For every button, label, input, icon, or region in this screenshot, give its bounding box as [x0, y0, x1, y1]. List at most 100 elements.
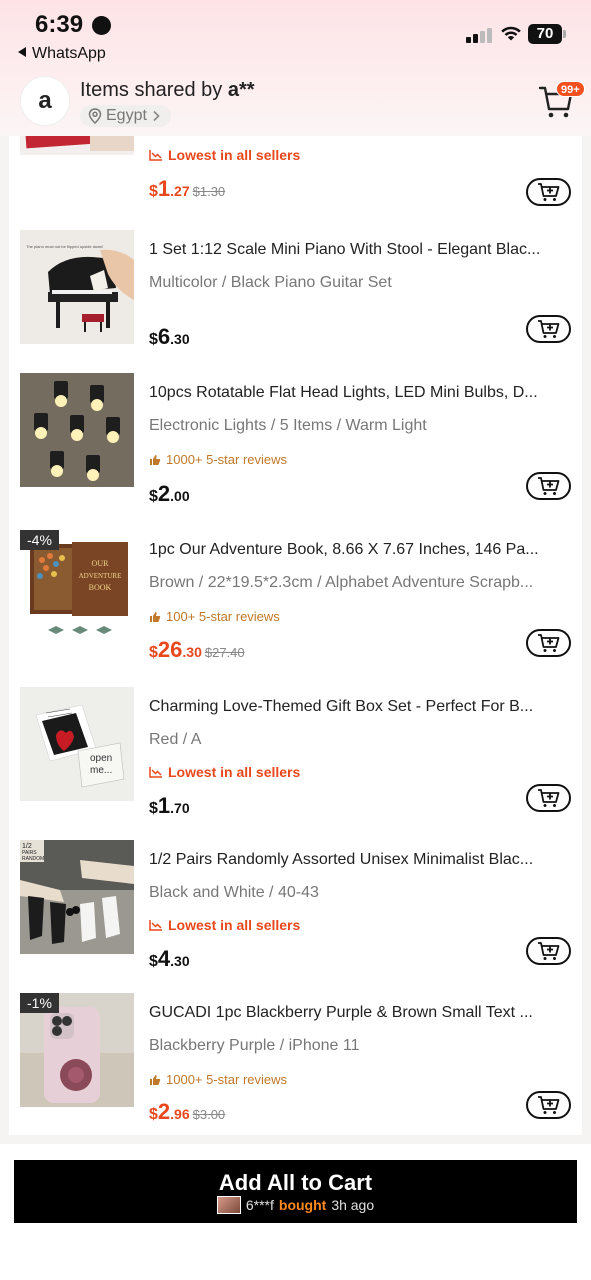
list-item[interactable]: Lowest in all sellers $1.27 $1.30: [9, 136, 582, 206]
badge-text: 1000+ 5-star reviews: [166, 1072, 288, 1087]
product-photo-socks: 1/2 PAIRS RANDOM: [20, 840, 134, 954]
buyer-name: 6***f: [245, 1197, 274, 1213]
list-item[interactable]: 10pcs Rotatable Flat Head Lights, LED Mi…: [9, 372, 582, 525]
badge-text: 1000+ 5-star reviews: [166, 452, 288, 467]
product-title[interactable]: 10pcs Rotatable Flat Head Lights, LED Mi…: [149, 384, 574, 402]
product-image[interactable]: OUR ADVENTURE BOOK -4%: [20, 530, 134, 644]
product-variant[interactable]: Multicolor / Black Piano Guitar Set: [149, 274, 574, 292]
product-variant[interactable]: Red / A: [149, 731, 574, 749]
recent-purchase-note: 6***f bought 3h ago: [14, 1196, 577, 1214]
review-badge: 1000+ 5-star reviews: [149, 1072, 287, 1087]
product-image[interactable]: 1/2 PAIRS RANDOM: [20, 840, 134, 954]
share-title-prefix: Items shared by: [80, 79, 228, 101]
product-title[interactable]: GUCADI 1pc Blackberry Purple & Brown Sma…: [149, 1004, 574, 1022]
review-badge: 100+ 5-star reviews: [149, 609, 280, 624]
product-price: $1.70: [149, 793, 190, 818]
badge-text: Lowest in all sellers: [168, 147, 301, 163]
trend-down-icon: [149, 920, 162, 931]
thumbs-up-icon: [150, 611, 161, 622]
gift-card-line1: open: [90, 753, 112, 764]
product-photo-lights: [20, 373, 134, 487]
cart-count-badge: 99+: [556, 81, 585, 97]
original-price: $27.40: [204, 645, 245, 660]
product-price: $4.30: [149, 946, 190, 971]
product-price: $26.30 $27.40: [149, 637, 245, 662]
thumbs-up-icon: [150, 1074, 161, 1085]
add-to-cart-button[interactable]: [526, 315, 571, 343]
list-item[interactable]: 1/2 PAIRS RANDOM 1/2 Pairs Randomly Asso…: [9, 839, 582, 992]
cart-plus-icon: [537, 789, 559, 807]
piano-note-text: The piano must not be flipped upside dow…: [26, 244, 103, 249]
badge-text: Lowest in all sellers: [168, 917, 301, 933]
product-price: $1.27 $1.30: [149, 176, 226, 201]
book-cover-line1: OUR: [92, 559, 110, 568]
product-photo-gift-box: open me...: [20, 687, 134, 801]
share-title: Items shared by a**: [80, 79, 255, 102]
list-item[interactable]: The piano must not be flipped upside dow…: [9, 229, 582, 382]
thumbs-up-icon: [150, 454, 161, 465]
list-item[interactable]: -1% GUCADI 1pc Blackberry Purple & Brown…: [9, 992, 582, 1135]
cart-plus-icon: [537, 1096, 559, 1114]
product-image[interactable]: The piano must not be flipped upside dow…: [20, 230, 134, 344]
back-app-label: WhatsApp: [32, 45, 106, 62]
back-arrow-icon: [18, 47, 26, 57]
product-title[interactable]: 1pc Our Adventure Book, 8.66 X 7.67 Inch…: [149, 541, 574, 559]
lowest-price-badge: Lowest in all sellers: [149, 764, 300, 780]
battery-indicator: 70: [528, 24, 562, 44]
product-variant[interactable]: Blackberry Purple / iPhone 11: [149, 1037, 574, 1055]
status-time: 6:39: [35, 11, 84, 38]
add-all-to-cart-button[interactable]: Add All to Cart 6***f bought 3h ago: [14, 1160, 577, 1223]
location-pin-icon: [88, 108, 102, 124]
add-to-cart-button[interactable]: [526, 629, 571, 657]
chevron-right-icon: [153, 110, 160, 122]
cart-plus-icon: [537, 183, 559, 201]
product-image[interactable]: [20, 136, 134, 155]
status-bar: 6:39 WhatsApp 70: [0, 0, 591, 70]
product-title[interactable]: 1/2 Pairs Randomly Assorted Unisex Minim…: [149, 851, 574, 869]
socks-tag-line1: 1/2: [22, 843, 32, 850]
add-to-cart-button[interactable]: [526, 472, 571, 500]
review-badge: 1000+ 5-star reviews: [149, 452, 287, 467]
add-to-cart-button[interactable]: [526, 178, 571, 206]
cellular-signal-icon: [466, 27, 492, 43]
list-item[interactable]: open me... Charming Love-Themed Gift Box…: [9, 686, 582, 839]
product-image[interactable]: [20, 373, 134, 487]
lowest-price-badge: Lowest in all sellers: [149, 917, 300, 933]
gift-card-line2: me...: [90, 765, 112, 776]
add-to-cart-button[interactable]: [526, 784, 571, 812]
buyer-avatar: [216, 1196, 241, 1214]
add-to-cart-button[interactable]: [526, 1091, 571, 1119]
share-header: a Items shared by a** Egypt 99+: [0, 70, 591, 136]
original-price: $3.00: [192, 1107, 226, 1122]
sharer-avatar[interactable]: a: [20, 76, 70, 126]
cta-label: Add All to Cart: [218, 1170, 373, 1195]
product-photo-coupons: [20, 136, 134, 155]
back-to-app-link[interactable]: WhatsApp: [18, 45, 106, 63]
list-item[interactable]: OUR ADVENTURE BOOK -4% 1pc Our Adventure…: [9, 529, 582, 682]
original-price: $1.30: [192, 184, 226, 199]
product-title[interactable]: Charming Love-Themed Gift Box Set - Perf…: [149, 698, 574, 716]
lowest-price-badge: Lowest in all sellers: [149, 147, 300, 163]
location-selector[interactable]: Egypt: [80, 105, 171, 127]
product-image[interactable]: -1%: [20, 993, 134, 1107]
badge-text: 100+ 5-star reviews: [166, 609, 280, 624]
product-variant[interactable]: Brown / 22*19.5*2.3cm / Alphabet Adventu…: [149, 574, 574, 592]
cart-plus-icon: [537, 477, 559, 495]
recording-dot-icon: [92, 16, 111, 35]
product-variant[interactable]: Electronic Lights / 5 Items / Warm Light: [149, 417, 574, 435]
product-list-background: Lowest in all sellers $1.27 $1.30 The pia…: [0, 136, 591, 1144]
product-price: $2.96 $3.00: [149, 1099, 226, 1124]
cart-plus-icon: [537, 320, 559, 338]
wifi-icon: [501, 26, 521, 41]
product-list: Lowest in all sellers $1.27 $1.30 The pia…: [9, 136, 582, 1135]
cart-plus-icon: [537, 942, 559, 960]
badge-text: Lowest in all sellers: [168, 764, 301, 780]
product-variant[interactable]: Black and White / 40-43: [149, 884, 574, 902]
location-label: Egypt: [106, 107, 147, 124]
product-title[interactable]: 1 Set 1:12 Scale Mini Piano With Stool -…: [149, 241, 574, 259]
trend-down-icon: [149, 150, 162, 161]
add-to-cart-button[interactable]: [526, 937, 571, 965]
product-image[interactable]: open me...: [20, 687, 134, 801]
socks-tag-line3: RANDOM: [22, 856, 44, 862]
share-title-user: a**: [227, 79, 255, 101]
